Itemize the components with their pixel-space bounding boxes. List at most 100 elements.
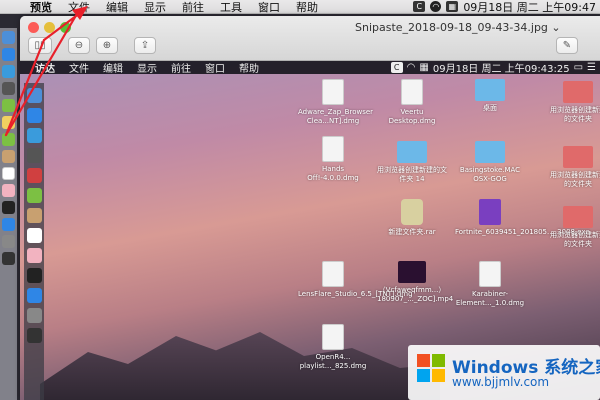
safari-icon[interactable] [2, 65, 15, 78]
wifi-icon[interactable]: ◠ [430, 1, 442, 12]
zoom-out-button[interactable]: ⊖ [68, 37, 90, 54]
list-icon: ☰ [587, 62, 596, 73]
app-store-icon[interactable] [2, 48, 15, 61]
desktop-file: Veertu Desktop.dmg [377, 79, 447, 126]
markup-button[interactable]: ✎ [556, 37, 578, 54]
close-button[interactable] [28, 22, 39, 33]
menu-bar: 预览 文件 编辑 显示 前往 工具 窗口 帮助 C ◠ ▦ 09月18日 周二 … [0, 0, 600, 14]
finder-icon [26, 88, 42, 103]
file-label: Hands Off!-4.0.0.dmg [307, 165, 359, 182]
settings-icon [26, 308, 42, 323]
dmg-file-icon [322, 324, 344, 350]
menu-help[interactable]: 帮助 [288, 0, 326, 15]
inner-dock [24, 83, 44, 400]
menu-view[interactable]: 显示 [136, 0, 174, 15]
calendar-icon[interactable] [2, 167, 15, 180]
desktop-file: （Vcfaweqfmm...）180907_..._ZOC].mp4 [377, 261, 454, 304]
file-label: Karabiner-Element..._1.0.dmg [455, 290, 525, 307]
menu-file[interactable]: 文件 [60, 0, 98, 15]
folder-icon [563, 81, 593, 103]
android-icon[interactable] [2, 99, 15, 112]
dmg-file-icon [322, 261, 344, 287]
settings-icon[interactable] [2, 235, 15, 248]
file-label: （Vcfaweqfmm...）180907_..._ZOC].mp4 [377, 286, 454, 303]
menu-app-preview[interactable]: 预览 [22, 0, 60, 15]
video-thumbnail [398, 261, 426, 283]
battery-icon: ▭ [573, 62, 584, 73]
folder-icon [397, 141, 427, 163]
dmg-file-icon [479, 261, 501, 287]
desktop-file: Hands Off!-4.0.0.dmg [298, 136, 368, 183]
dock [0, 28, 17, 400]
menubar-clock[interactable]: 09月18日 周二 上午09:47 [463, 0, 596, 15]
desktop-file: 新建文件夹.rar [377, 199, 447, 237]
app-store-icon[interactable] [2, 218, 15, 231]
inner-menu-bar: 访达 文件 编辑 显示 前往 窗口 帮助 C ◠ ▦ 09月18日 周二 上午0… [20, 61, 600, 75]
title-bar: Snipaste_2018-09-18_09-43-34.jpg ⌄ ▯▯ ⊖ … [20, 16, 600, 61]
folder-icon [475, 141, 505, 163]
safari-icon [26, 128, 42, 143]
sidebar-toggle-button[interactable]: ▯▯ [28, 37, 52, 54]
folder-icon [563, 206, 593, 228]
inner-menu-view: 显示 [137, 64, 157, 75]
file-label: Basingstoke.MAC OSX-GOG [459, 166, 521, 183]
calendar-icon: ▦ [419, 62, 429, 73]
desktop-file: Fortnite_6039451_201805..._3008.exe [455, 199, 590, 237]
desktop-file: LensFlare_Studio_6.5_[TNT].dmg [298, 261, 413, 299]
fortnite-app-icon [479, 199, 501, 225]
desktop-file: 用浏览器创建新建的文件夹 14 [377, 141, 447, 184]
dmg-file-icon [322, 79, 344, 105]
android-icon[interactable] [2, 133, 15, 146]
desktop-file: 桌面 [455, 79, 525, 113]
file-label: LensFlare_Studio_6.5_[TNT].dmg [298, 290, 413, 298]
archive-icon [401, 199, 423, 225]
file-label: Adware_Zap_Browser Clea...NT].dmg [298, 108, 374, 125]
calendar-icon[interactable]: ▦ [446, 1, 459, 12]
file-label: 用浏览器创建新建的文件夹 [550, 106, 600, 123]
window-title: Snipaste_2018-09-18_09-43-34.jpg ⌄ [355, 21, 561, 34]
mountain-wallpaper [40, 332, 440, 400]
preview-window: Snipaste_2018-09-18_09-43-34.jpg ⌄ ▯▯ ⊖ … [20, 16, 600, 400]
wifi-icon: ◠ [406, 62, 416, 73]
activity-icon [26, 328, 42, 343]
status-c-icon[interactable]: C [413, 1, 426, 12]
inner-menu-edit: 编辑 [103, 64, 123, 75]
watermark: Windows 系统之家 www.bjjmlv.com [408, 345, 600, 400]
menu-go[interactable]: 前往 [174, 0, 212, 15]
dmg-file-icon [322, 136, 344, 162]
calendar-icon [26, 228, 42, 243]
android-icon [26, 188, 42, 203]
launchpad-icon[interactable] [2, 82, 15, 95]
notes-icon[interactable] [2, 116, 15, 129]
inner-menu-go: 前往 [171, 64, 191, 75]
app-store-icon [26, 288, 42, 303]
inner-clock: 09月18日 周二 上午09:43:25 [432, 64, 570, 75]
menu-tools[interactable]: 工具 [212, 0, 250, 15]
share-button[interactable]: ⇪ [134, 37, 156, 54]
inner-menu-finder: 访达 [35, 64, 55, 75]
desktop-file: 用浏览器创建新建的文件夹 [548, 81, 600, 124]
contacts-icon [26, 208, 42, 223]
desktop-file: Karabiner-Element..._1.0.dmg [455, 261, 525, 308]
zoom-button[interactable] [60, 22, 71, 33]
desktop-file: 用浏览器创建新建的文件夹 [548, 206, 600, 249]
terminal-icon[interactable] [2, 201, 15, 214]
minimize-button[interactable] [44, 22, 55, 33]
file-label: 用浏览器创建新建的文件夹 [550, 171, 600, 188]
activity-icon[interactable] [2, 252, 15, 265]
inner-menu-file: 文件 [69, 64, 89, 75]
folder-icon [475, 79, 505, 101]
file-label: OpenR4... playlist..._825.dmg [299, 353, 367, 370]
photos-icon[interactable] [2, 184, 15, 197]
terminal-icon [26, 268, 42, 283]
inner-menu-help: 帮助 [239, 64, 259, 75]
menu-edit[interactable]: 编辑 [98, 0, 136, 15]
file-label: Fortnite_6039451_201805..._3008.exe [455, 228, 590, 236]
zoom-in-button[interactable]: ⊕ [96, 37, 118, 54]
chevron-down-icon[interactable]: ⌄ [551, 21, 560, 34]
menu-window[interactable]: 窗口 [250, 0, 288, 15]
windows-logo-icon [417, 354, 445, 382]
finder-icon[interactable] [2, 31, 15, 44]
file-label: 新建文件夹.rar [388, 228, 436, 236]
contacts-icon[interactable] [2, 150, 15, 163]
